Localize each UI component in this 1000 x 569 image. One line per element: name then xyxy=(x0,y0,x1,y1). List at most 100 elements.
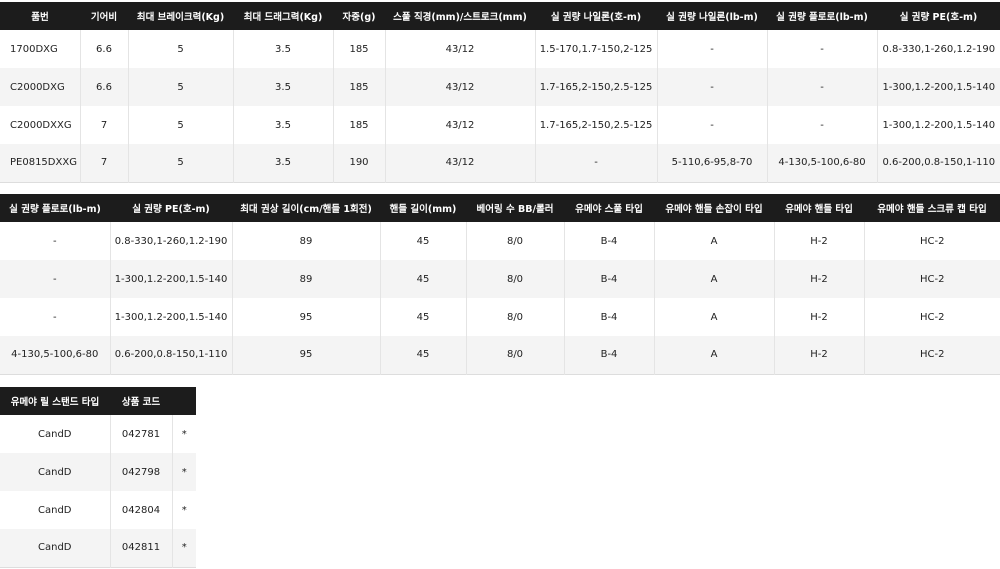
table-cell: A xyxy=(654,298,775,336)
table-cell: A xyxy=(654,336,775,374)
table-cell: * xyxy=(172,415,196,453)
product-code-table: 유메야 릴 스탠드 타입 상품 코드 CandD 042781 * CandD 04279… xyxy=(0,387,196,568)
table-row: -0.8-330,1-260,1.2-190 89 45 8/0 B-4 A H-2 HC-2 xyxy=(0,222,1000,260)
table-cell: 1-300,1.2-200,1.5-140 xyxy=(110,298,233,336)
table-cell: - xyxy=(657,68,768,106)
table-cell: H-2 xyxy=(774,336,865,374)
table-cell: 6.6 xyxy=(80,68,129,106)
table-cell: 1.7-165,2-150,2.5-125 xyxy=(535,68,658,106)
column-header: 스풀 직경(mm)/스트로크(mm) xyxy=(385,2,535,30)
table-cell: 1-300,1.2-200,1.5-140 xyxy=(877,68,1000,106)
column-header: 최대 브레이크력(Kg) xyxy=(128,2,233,30)
table-cell: CandD xyxy=(0,453,111,491)
table-cell: 5-110,6-95,8-70 xyxy=(657,144,768,182)
table-cell: B-4 xyxy=(564,260,655,298)
table-cell: HC-2 xyxy=(864,222,1000,260)
table-cell: 45 xyxy=(380,222,467,260)
table-cell: HC-2 xyxy=(864,336,1000,374)
table-row: CandD 042798 * xyxy=(0,453,196,491)
table-cell: C2000DXG xyxy=(0,68,81,106)
table-cell: 3.5 xyxy=(233,144,334,182)
table-cell: 0.8-330,1-260,1.2-190 xyxy=(110,222,233,260)
table-row: CandD 042781 * xyxy=(0,415,196,453)
table-cell: 042781 xyxy=(110,415,173,453)
table-header-row: 품번 기어비 최대 브레이크력(Kg) 최대 드래그력(Kg) 자중(g) 스풀 직경(m… xyxy=(0,2,1000,30)
table-cell: 042811 xyxy=(110,529,173,567)
table-cell: 4-130,5-100,6-80 xyxy=(0,336,111,374)
table-cell: 8/0 xyxy=(466,260,565,298)
table-cell: CandD xyxy=(0,529,111,567)
table-cell: - xyxy=(767,106,878,144)
table-cell: 185 xyxy=(333,30,386,68)
table-row: CandD 042811 * xyxy=(0,529,196,567)
column-header: 기어비 xyxy=(80,2,128,30)
table-cell: - xyxy=(0,298,111,336)
table-cell: 185 xyxy=(333,106,386,144)
table-row: PE0815DXXG 7 5 3.5 190 43/12-5-110,6-95,8-70 4… xyxy=(0,144,1000,182)
table-cell: HC-2 xyxy=(864,260,1000,298)
table-cell: 190 xyxy=(333,144,386,182)
table-cell: C2000DXXG xyxy=(0,106,81,144)
table-cell: 8/0 xyxy=(466,336,565,374)
table-cell: 0.8-330,1-260,1.2-190 xyxy=(877,30,1000,68)
table-cell: 95 xyxy=(232,298,381,336)
table-cell: 8/0 xyxy=(466,222,565,260)
table-cell: A xyxy=(654,222,775,260)
table-cell: - xyxy=(0,222,111,260)
table-cell: - xyxy=(657,106,768,144)
column-header: 유메야 릴 스탠드 타입 xyxy=(0,387,110,415)
table-cell: 0.6-200,0.8-150,1-110 xyxy=(110,336,233,374)
table-cell: 45 xyxy=(380,298,467,336)
table-cell: 0.6-200,0.8-150,1-110 xyxy=(877,144,1000,182)
table-cell: - xyxy=(767,68,878,106)
table-cell: 185 xyxy=(333,68,386,106)
table-cell: CandD xyxy=(0,415,111,453)
spec-table-1: 품번 기어비 최대 브레이크력(Kg) 최대 드래그력(Kg) 자중(g) 스풀 직경(m… xyxy=(0,2,1000,183)
table-cell: 45 xyxy=(380,260,467,298)
table-cell: 43/12 xyxy=(385,68,536,106)
table-row: 1700DXG 6.6 5 3.5 185 43/12 1.5-170,1.7-150,2-… xyxy=(0,30,1000,68)
table-row: -1-300,1.2-200,1.5-140 89 45 8/0 B-4 A H-2 HC-2 xyxy=(0,260,1000,298)
table-cell: 3.5 xyxy=(233,106,334,144)
column-header: 실 권량 나일론(호-m) xyxy=(535,2,657,30)
table-cell: 1-300,1.2-200,1.5-140 xyxy=(877,106,1000,144)
column-header: 실 권량 나일론(lb-m) xyxy=(657,2,767,30)
column-header: 최대 권상 길이(cm/핸들 1회전) xyxy=(232,194,380,222)
table-cell: 5 xyxy=(128,144,234,182)
table-cell: 6.6 xyxy=(80,30,129,68)
table-cell: 43/12 xyxy=(385,30,536,68)
table-cell: HC-2 xyxy=(864,298,1000,336)
table-row: CandD 042804 * xyxy=(0,491,196,529)
table-cell: * xyxy=(172,491,196,529)
table-cell: A xyxy=(654,260,775,298)
column-header xyxy=(172,387,196,415)
table-cell: 89 xyxy=(232,260,381,298)
column-header: 최대 드래그력(Kg) xyxy=(233,2,333,30)
column-header: 실 권량 PE(호-m) xyxy=(110,194,232,222)
table-cell: B-4 xyxy=(564,336,655,374)
table-cell: 4-130,5-100,6-80 xyxy=(767,144,878,182)
column-header: 실 권량 PE(호-m) xyxy=(877,2,1000,30)
column-header: 유메야 핸들 타입 xyxy=(774,194,864,222)
table-row: C2000DXG 6.6 5 3.5 185 43/12 1.7-165,2-150,2.5… xyxy=(0,68,1000,106)
table-cell: B-4 xyxy=(564,298,655,336)
table-cell: 1.7-165,2-150,2.5-125 xyxy=(535,106,658,144)
table-cell: - xyxy=(535,144,658,182)
table-cell: 042798 xyxy=(110,453,173,491)
column-header: 유메야 핸들 손잡이 타입 xyxy=(654,194,774,222)
table-cell: 8/0 xyxy=(466,298,565,336)
column-header: 자중(g) xyxy=(333,2,385,30)
table-cell: 5 xyxy=(128,68,234,106)
table-header-row: 유메야 릴 스탠드 타입 상품 코드 xyxy=(0,387,196,415)
table-cell: * xyxy=(172,529,196,567)
column-header: 유메야 스풀 타입 xyxy=(564,194,654,222)
table-cell: 43/12 xyxy=(385,144,536,182)
table-cell: 89 xyxy=(232,222,381,260)
table-cell: H-2 xyxy=(774,222,865,260)
column-header: 실 권량 플로로(lb-m) xyxy=(0,194,110,222)
table-cell: 43/12 xyxy=(385,106,536,144)
spec-table-2: 실 권량 플로로(lb-m) 실 권량 PE(호-m) 최대 권상 길이(cm/핸들… xyxy=(0,194,1000,375)
column-header: 베어링 수 BB/롤러 xyxy=(466,194,564,222)
table-cell: 3.5 xyxy=(233,68,334,106)
table-cell: 45 xyxy=(380,336,467,374)
